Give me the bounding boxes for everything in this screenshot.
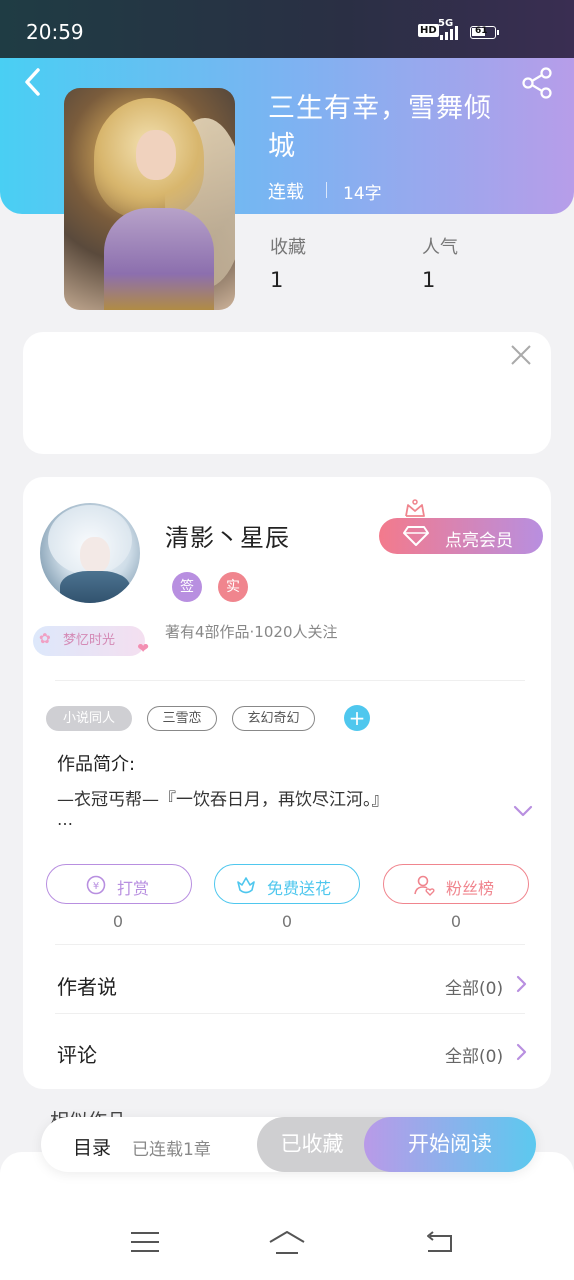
status-time: 20:59 xyxy=(26,20,84,44)
author-name[interactable]: 清影丶星辰 xyxy=(165,518,290,553)
menu-icon[interactable] xyxy=(130,1230,160,1254)
author-says-all[interactable]: 全部(0) xyxy=(445,974,503,999)
intro-ellipsis: … xyxy=(57,810,73,829)
battery-icon: 61 xyxy=(470,26,499,39)
signed-badge: 签 xyxy=(172,572,202,602)
hd-indicator: HD xyxy=(418,24,439,37)
chapter-count: 已连载1章 xyxy=(132,1140,211,1160)
vip-label: 点亮会员 xyxy=(445,531,513,551)
close-icon[interactable] xyxy=(510,344,532,366)
home-icon[interactable] xyxy=(268,1230,306,1256)
favorites-value: 1 xyxy=(270,268,284,292)
intro-label: 作品简介: xyxy=(57,754,136,775)
intro-text: —衣冠丐帮—『一饮吞日月，再饮尽江河。』 xyxy=(57,790,389,810)
back-arrow-icon[interactable] xyxy=(18,66,50,98)
favorites-label: 收藏 xyxy=(270,237,306,258)
flower-icon xyxy=(237,877,255,894)
ad-card xyxy=(23,332,551,454)
diamond-icon xyxy=(403,526,429,546)
divider xyxy=(55,680,525,681)
user-heart-icon xyxy=(414,875,435,896)
reward-label: 打赏 xyxy=(117,879,150,898)
vip-button[interactable]: 点亮会员 xyxy=(379,518,543,554)
reward-button[interactable]: ¥ 打赏 xyxy=(46,864,192,904)
signal-icon: 5G xyxy=(438,18,466,40)
crown-icon xyxy=(405,499,425,517)
book-title: 三生有幸，雪舞倾城 xyxy=(268,93,492,162)
svg-text:¥: ¥ xyxy=(93,881,99,892)
author-says-label[interactable]: 作者说 xyxy=(57,971,117,1000)
fan-ranking-button[interactable]: 粉丝榜 xyxy=(383,864,529,904)
comments-all[interactable]: 全部(0) xyxy=(445,1042,503,1067)
add-tag-button[interactable]: + xyxy=(344,705,370,731)
tag-chip[interactable]: 三雪恋 xyxy=(147,706,217,731)
book-status: 连载 xyxy=(268,182,304,203)
tag-chip[interactable]: 玄幻奇幻 xyxy=(232,706,315,731)
author-meta: 著有4部作品·1020人关注 xyxy=(165,623,338,641)
fan-count: 0 xyxy=(450,912,462,931)
reward-count: 0 xyxy=(112,912,124,931)
tag-chip[interactable]: 小说同人 xyxy=(46,706,132,731)
network-type: 5G xyxy=(438,18,454,29)
fan-ranking-label: 粉丝榜 xyxy=(446,879,495,898)
book-word-count: 14字 xyxy=(343,184,382,204)
chevron-down-icon[interactable] xyxy=(512,802,534,820)
comments-label[interactable]: 评论 xyxy=(57,1039,97,1068)
share-icon[interactable] xyxy=(520,66,554,100)
catalog-button[interactable]: 目录 xyxy=(73,1133,111,1160)
verified-badge: 实 xyxy=(218,572,248,602)
battery-level: 61 xyxy=(475,26,488,36)
author-avatar[interactable] xyxy=(40,503,140,603)
send-flower-label: 免费送花 xyxy=(267,879,332,898)
flower-count: 0 xyxy=(281,912,293,931)
popularity-value: 1 xyxy=(422,268,436,292)
chevron-right-icon[interactable] xyxy=(514,1042,528,1062)
chevron-right-icon[interactable] xyxy=(514,974,528,994)
divider xyxy=(326,182,327,198)
send-flower-button[interactable]: 免费送花 xyxy=(214,864,360,904)
popularity-label: 人气 xyxy=(422,237,458,258)
yen-coin-icon: ¥ xyxy=(86,875,106,895)
back-icon[interactable] xyxy=(424,1230,454,1254)
status-bar: 20:59 HD 5G 61 xyxy=(0,0,574,60)
avatar-badge: 梦忆时光 xyxy=(33,624,149,664)
start-reading-button[interactable]: 开始阅读 xyxy=(364,1117,536,1172)
divider xyxy=(55,1013,525,1014)
book-cover-image[interactable] xyxy=(64,88,235,310)
divider xyxy=(55,944,525,945)
